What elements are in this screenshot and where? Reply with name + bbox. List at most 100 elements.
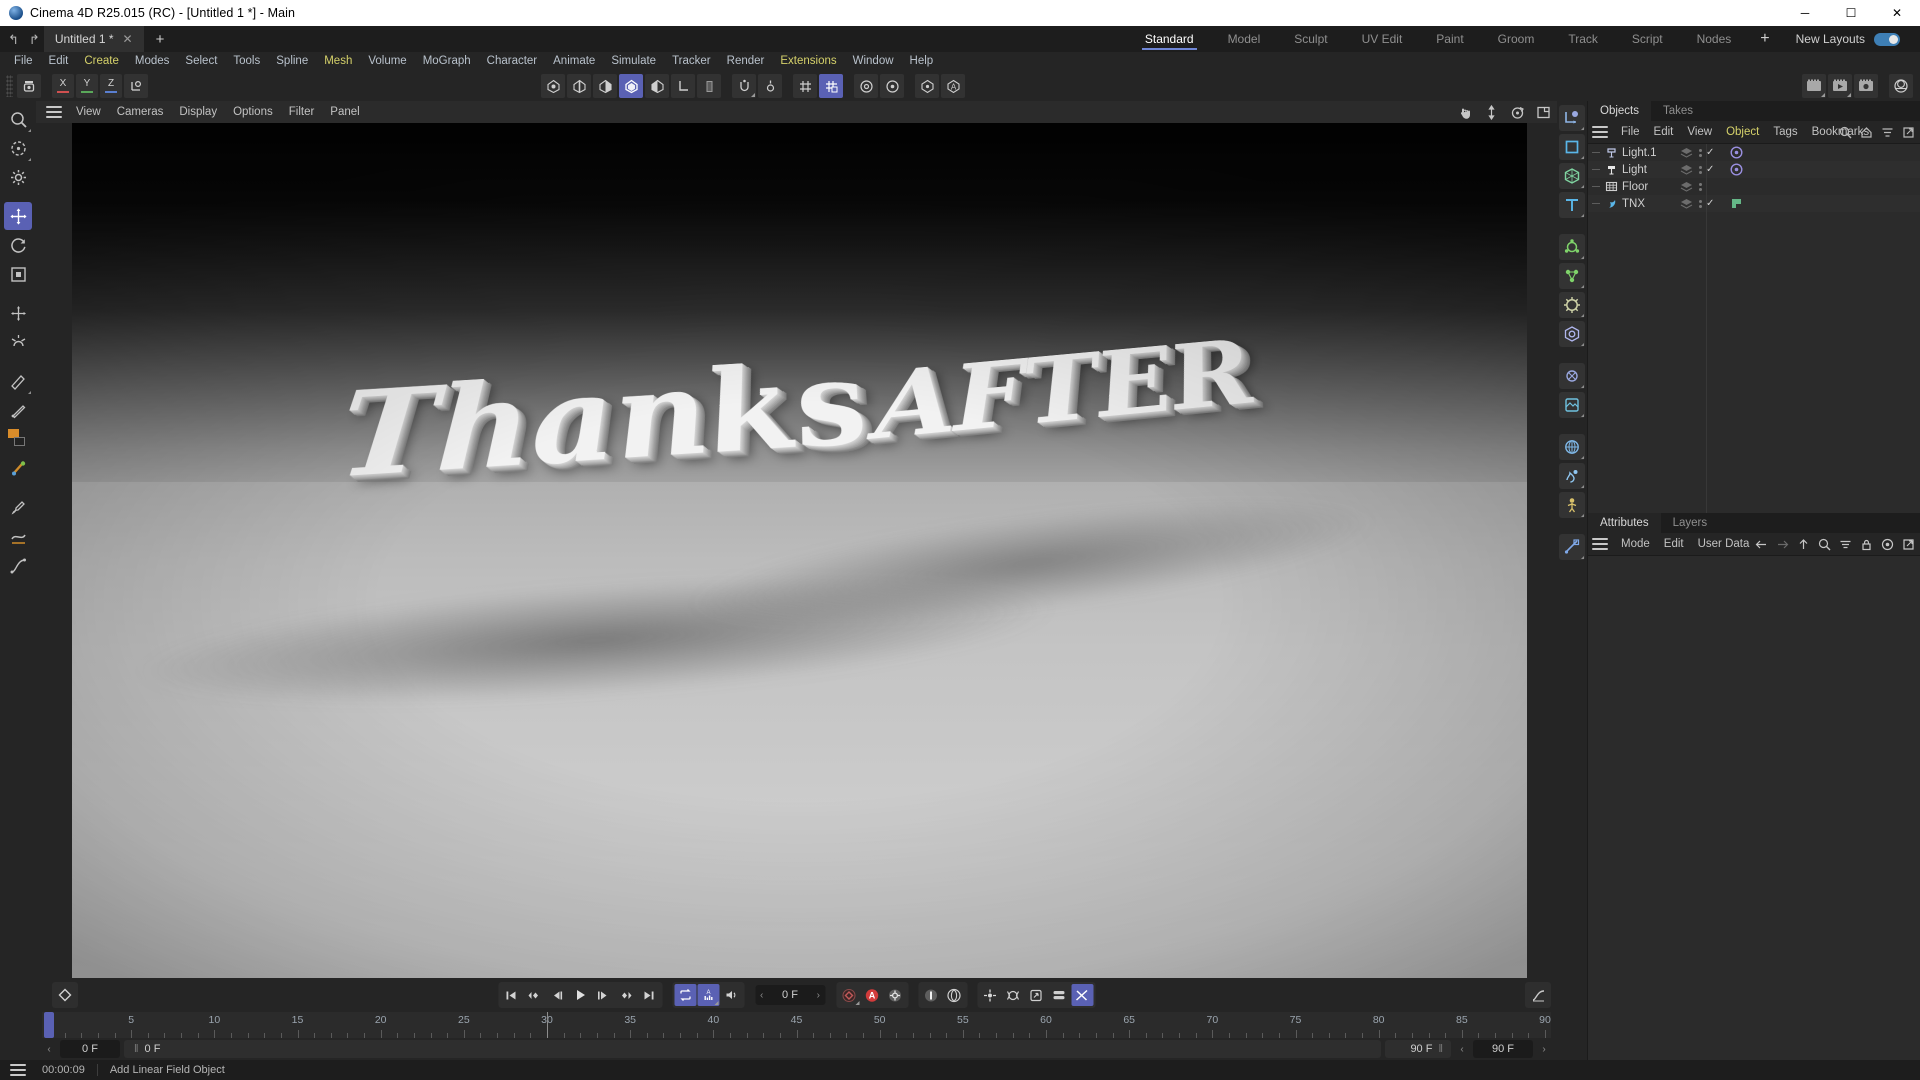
maximize-button[interactable]: ☐ [1828, 0, 1874, 26]
search-icon[interactable] [1839, 126, 1852, 139]
attribute-manager-body[interactable] [1588, 555, 1920, 1060]
camera-icon[interactable] [1559, 321, 1585, 347]
content-browser-icon[interactable] [1889, 74, 1913, 98]
layer-icon[interactable] [1680, 181, 1693, 192]
animation-curve-icon[interactable] [1525, 982, 1551, 1008]
am-menu-mode[interactable]: Mode [1614, 538, 1657, 550]
transform-move-icon[interactable] [4, 299, 32, 327]
render-settings-button-icon[interactable] [1854, 74, 1878, 98]
viewport-menu-panel[interactable]: Panel [322, 106, 367, 118]
back-arrow-icon[interactable] [1755, 538, 1768, 551]
tab-model[interactable]: Model [1211, 26, 1278, 52]
point-level-animation-icon[interactable] [979, 984, 1001, 1006]
add-layout-button[interactable]: + [1748, 26, 1781, 52]
om-menu-object[interactable]: Object [1719, 126, 1766, 138]
go-to-start-icon[interactable] [500, 984, 522, 1006]
undo-redo-stack-icon[interactable] [17, 74, 41, 98]
new-layouts-toggle[interactable] [1874, 32, 1900, 46]
light-tag-icon[interactable] [1730, 163, 1743, 176]
menu-simulate[interactable]: Simulate [603, 52, 664, 71]
viewport-solo-icon[interactable] [697, 74, 721, 98]
previous-frame-icon[interactable] [546, 984, 568, 1006]
primitive-cube-icon[interactable] [1559, 134, 1585, 160]
new-document-button[interactable]: + [144, 26, 177, 52]
tab-sculpt[interactable]: Sculpt [1277, 26, 1344, 52]
object-row-light[interactable]: Light ✓ [1588, 161, 1920, 178]
menu-create[interactable]: Create [76, 52, 127, 71]
am-menu-user-data[interactable]: User Data [1691, 538, 1757, 550]
filter-icon[interactable] [1881, 126, 1894, 139]
tab-attributes[interactable]: Attributes [1588, 513, 1661, 533]
rotate-tool-icon[interactable] [4, 231, 32, 259]
close-icon[interactable]: ✕ [123, 32, 133, 46]
redo-icon[interactable]: ↱ [29, 33, 40, 46]
simulation-icon[interactable] [1559, 463, 1585, 489]
x-axis-lock-button[interactable]: X [52, 74, 74, 98]
play-forward-icon[interactable] [569, 984, 591, 1006]
target-icon[interactable] [1881, 538, 1894, 551]
tab-standard[interactable]: Standard [1128, 26, 1211, 52]
color-swatches-icon[interactable] [7, 427, 29, 451]
menu-character[interactable]: Character [479, 52, 546, 71]
selection-modes-icon[interactable] [4, 134, 32, 162]
next-key-icon[interactable] [615, 984, 637, 1006]
keyframe-diamond-icon[interactable] [52, 982, 78, 1008]
hamburger-menu-icon[interactable] [10, 1064, 26, 1076]
layer-icon[interactable] [1680, 198, 1693, 209]
play-sound-icon[interactable] [720, 984, 742, 1006]
viewport-menu-cameras[interactable]: Cameras [109, 106, 172, 118]
pan-camera-icon[interactable] [1458, 105, 1473, 120]
maximize-viewport-icon[interactable] [1536, 105, 1551, 120]
tab-track[interactable]: Track [1551, 26, 1615, 52]
next-frame-icon[interactable] [592, 984, 614, 1006]
tab-uv-edit[interactable]: UV Edit [1345, 26, 1420, 52]
object-row-light-1[interactable]: Light.1 ✓ [1588, 144, 1920, 161]
animation-mode-icon[interactable] [1071, 984, 1093, 1006]
tab-layers[interactable]: Layers [1661, 513, 1720, 533]
render-settings-icon[interactable] [915, 74, 939, 98]
go-to-end-icon[interactable] [638, 984, 660, 1006]
material-icon[interactable] [1559, 392, 1585, 418]
visibility-dots[interactable] [1699, 165, 1702, 174]
z-axis-lock-button[interactable]: Z [100, 74, 122, 98]
motion-tracker-icon[interactable] [1559, 534, 1585, 560]
end-frame-field[interactable]: 90 F ‖ [1385, 1040, 1451, 1058]
rotation-key-icon[interactable] [943, 984, 965, 1006]
viewport-canvas[interactable]: ThanksAFTER [72, 123, 1527, 978]
edge-mode-icon[interactable] [567, 74, 591, 98]
viewport-menu-options[interactable]: Options [225, 106, 281, 118]
light-icon[interactable] [1559, 363, 1585, 389]
chevron-left-icon[interactable]: ‹ [1455, 1044, 1469, 1055]
am-menu-edit[interactable]: Edit [1657, 538, 1691, 550]
tool-options-icon[interactable] [4, 163, 32, 191]
live-selection-icon[interactable] [4, 105, 32, 133]
chevron-left-icon[interactable]: ‹ [760, 990, 763, 1001]
open-window-icon[interactable] [1902, 538, 1915, 551]
previous-key-icon[interactable] [523, 984, 545, 1006]
polygon-pen-icon[interactable] [4, 396, 32, 424]
menu-animate[interactable]: Animate [545, 52, 603, 71]
pla-key-icon[interactable] [1025, 984, 1047, 1006]
polygon-mode-icon[interactable] [593, 74, 617, 98]
timeline-playhead[interactable] [44, 1012, 54, 1038]
om-menu-file[interactable]: File [1614, 126, 1647, 138]
preview-end-field[interactable]: 90 F [1473, 1040, 1533, 1058]
record-active-objects-icon[interactable] [838, 984, 860, 1006]
magnet-tool-icon[interactable] [4, 328, 32, 356]
field-tag-icon[interactable] [1730, 197, 1743, 210]
forward-arrow-icon[interactable] [1776, 538, 1789, 551]
menu-help[interactable]: Help [902, 52, 942, 71]
document-tab-untitled-1[interactable]: Untitled 1 * ✕ [43, 26, 144, 52]
current-frame-field[interactable]: ‹ 0 F › [755, 985, 825, 1005]
mograph-icon[interactable] [1559, 434, 1585, 460]
menu-tracker[interactable]: Tracker [664, 52, 719, 71]
texture-mode-icon[interactable] [645, 74, 669, 98]
spline-pen-icon[interactable] [4, 551, 32, 579]
menu-window[interactable]: Window [845, 52, 902, 71]
tab-objects[interactable]: Objects [1588, 101, 1651, 121]
enable-check-icon[interactable]: ✓ [1706, 164, 1714, 175]
menu-render[interactable]: Render [719, 52, 773, 71]
current-frame-display[interactable]: ‖ 0 F [124, 1040, 1381, 1058]
menu-spline[interactable]: Spline [268, 52, 316, 71]
move-tool-icon[interactable] [4, 202, 32, 230]
